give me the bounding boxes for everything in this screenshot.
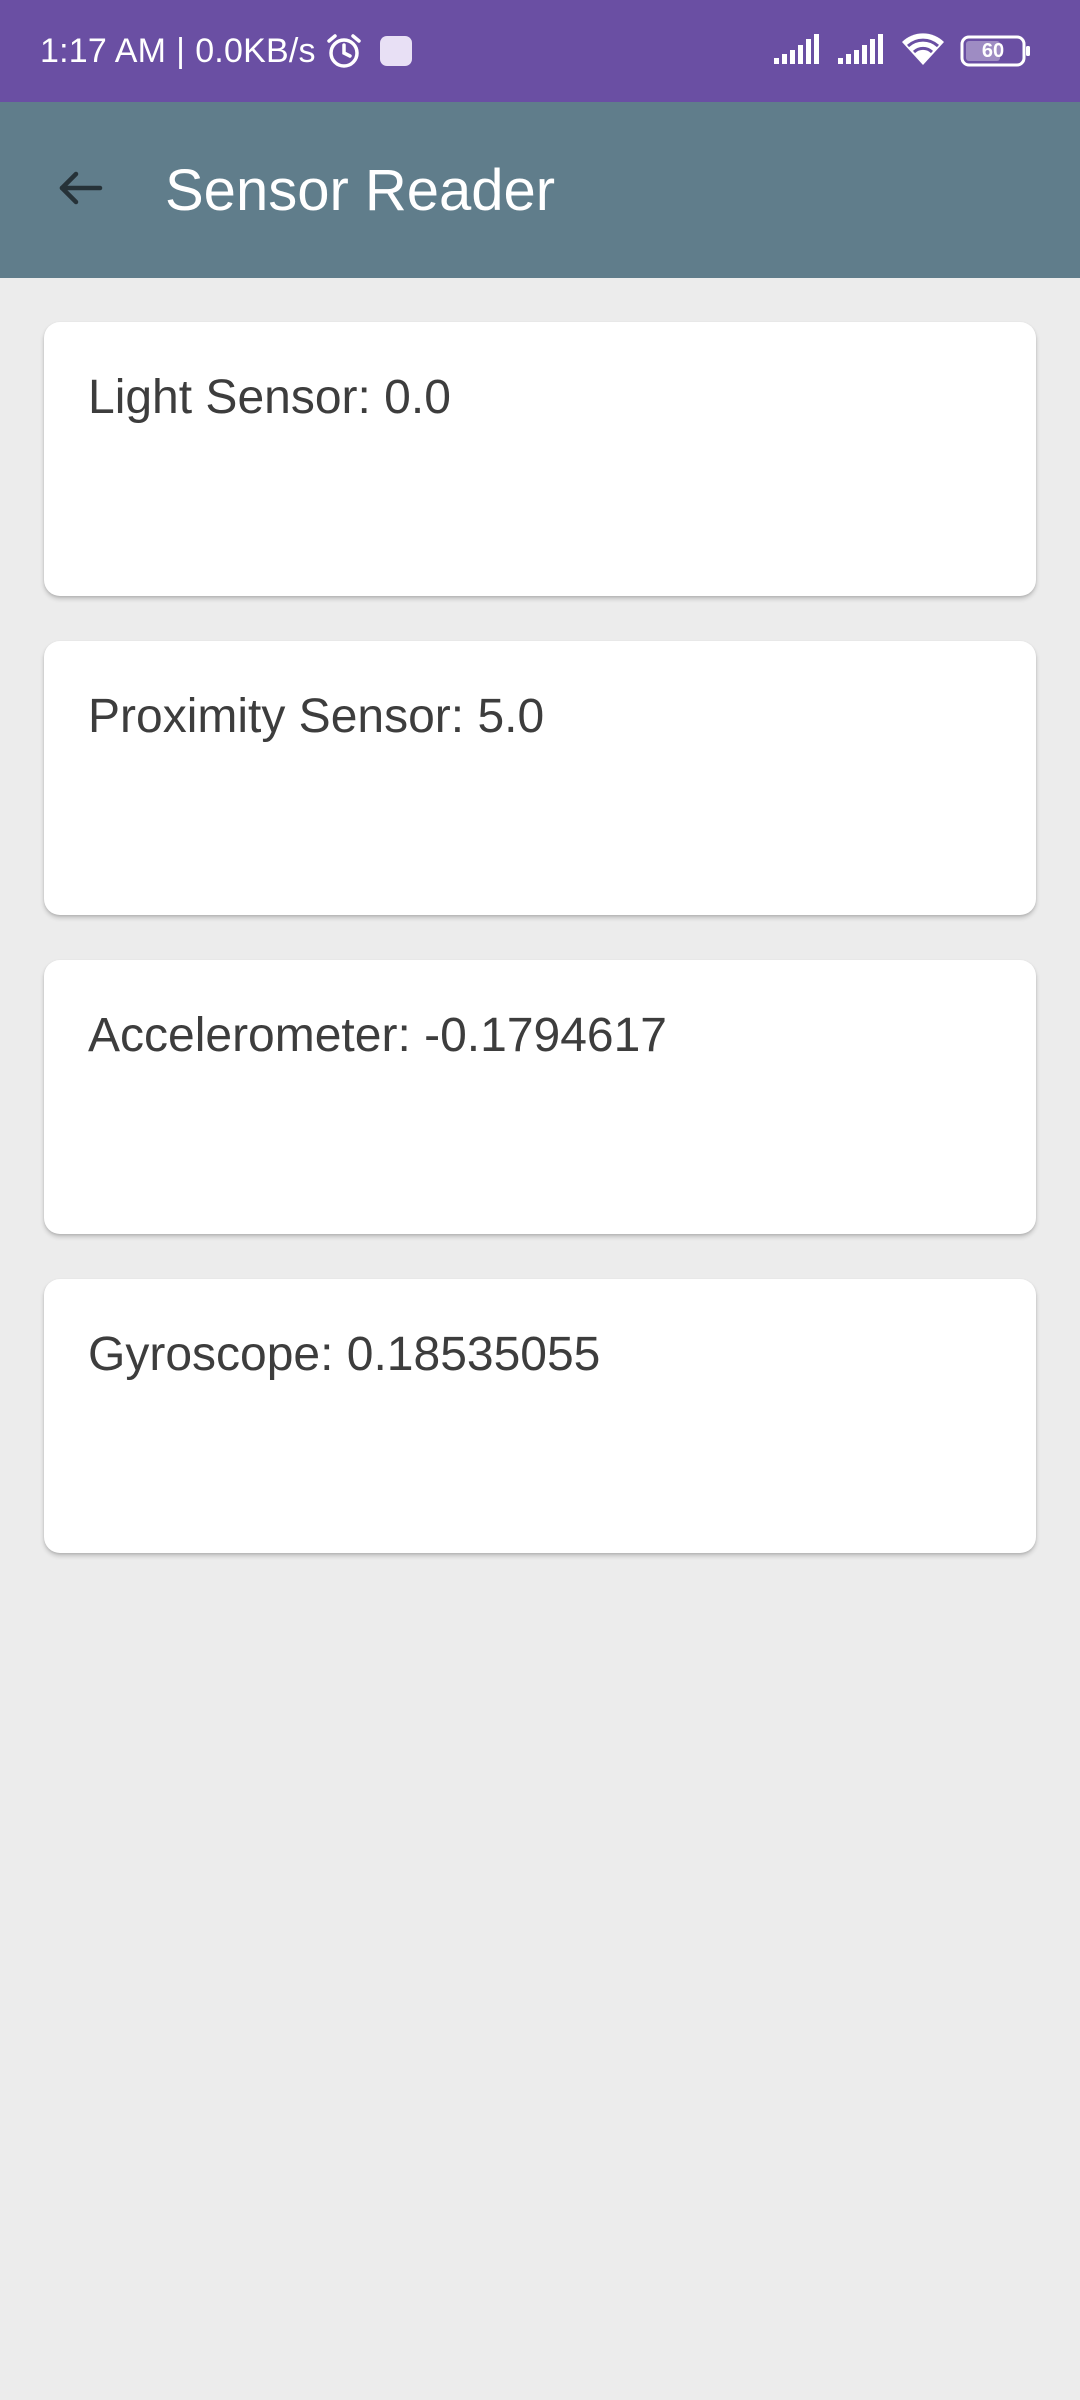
status-time: 1:17 AM bbox=[40, 31, 167, 70]
status-right: 60 bbox=[772, 0, 1032, 102]
sensor-card-light: Light Sensor: 0.0 bbox=[44, 322, 1036, 596]
status-network-speed: 0.0KB/s bbox=[195, 31, 316, 70]
sensor-card-proximity: Proximity Sensor: 5.0 bbox=[44, 641, 1036, 915]
wifi-icon bbox=[900, 31, 946, 72]
back-button[interactable] bbox=[36, 146, 124, 234]
status-left: 1:17 AM | 0.0KB/s bbox=[40, 0, 414, 102]
signal-icon bbox=[772, 32, 822, 71]
status-bar: 1:17 AM | 0.0KB/s 60 bbox=[0, 0, 1080, 102]
alarm-icon bbox=[324, 31, 364, 71]
sensor-reading-gyroscope: Gyroscope: 0.18535055 bbox=[88, 1328, 601, 1381]
sensor-card-gyroscope: Gyroscope: 0.18535055 bbox=[44, 1279, 1036, 1553]
sensor-reading-accelerometer: Accelerometer: -0.1794617 bbox=[88, 1009, 667, 1062]
arrow-back-icon bbox=[54, 162, 106, 219]
notification-icon bbox=[378, 34, 414, 68]
page-title: Sensor Reader bbox=[165, 157, 556, 223]
app-bar: Sensor Reader bbox=[0, 102, 1080, 278]
battery-level: 60 bbox=[981, 39, 1005, 62]
battery-icon: 60 bbox=[960, 34, 1032, 68]
status-separator: | bbox=[176, 31, 186, 70]
sensor-card-accelerometer: Accelerometer: -0.1794617 bbox=[44, 960, 1036, 1234]
signal-icon bbox=[836, 32, 886, 71]
sensor-reading-light: Light Sensor: 0.0 bbox=[88, 371, 451, 424]
sensor-reading-proximity: Proximity Sensor: 5.0 bbox=[88, 690, 545, 743]
